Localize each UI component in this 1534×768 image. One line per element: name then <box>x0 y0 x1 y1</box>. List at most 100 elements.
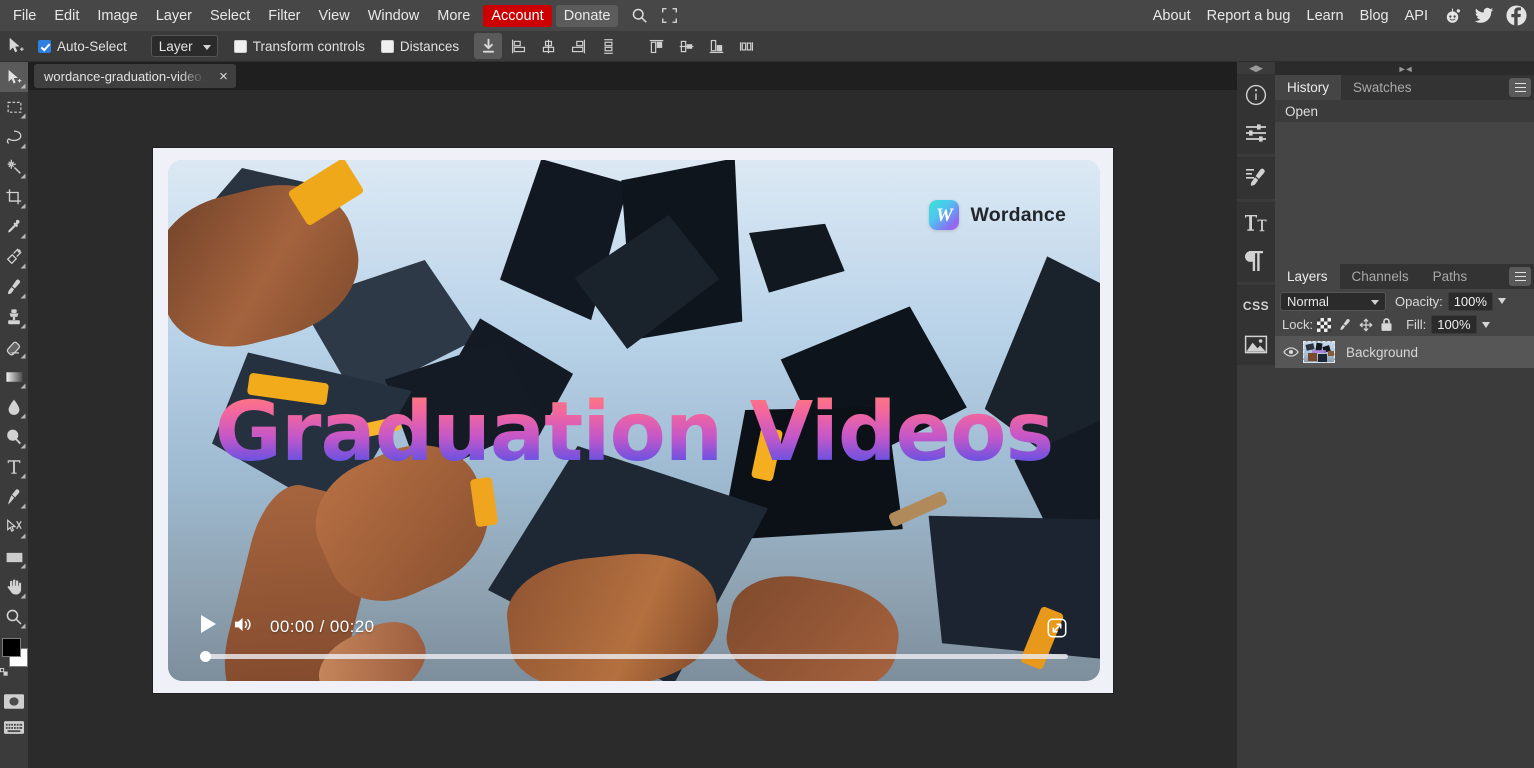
menu-api[interactable]: API <box>1397 4 1436 28</box>
eye-icon[interactable] <box>1281 346 1301 358</box>
character-icon[interactable] <box>1237 204 1275 242</box>
align-left-icon[interactable] <box>504 33 532 59</box>
table-row[interactable]: Background <box>1275 336 1534 368</box>
info-icon[interactable] <box>1237 76 1275 114</box>
path-select-tool[interactable] <box>0 512 28 542</box>
layer-list[interactable]: Background <box>1275 336 1534 768</box>
doc-tab-wordance[interactable]: wordance-graduation-video. × <box>34 64 236 88</box>
eyedropper-tool[interactable] <box>0 212 28 242</box>
layer-select[interactable]: LayerGroup <box>150 35 218 57</box>
distances-checkbox[interactable]: Distances <box>380 39 459 54</box>
opacity-caret-icon[interactable] <box>1497 298 1506 304</box>
menu-filter[interactable]: Filter <box>259 4 309 28</box>
lock-transparency-icon[interactable] <box>1315 316 1332 333</box>
lasso-tool[interactable] <box>0 122 28 152</box>
adjustments-icon[interactable] <box>1237 114 1275 152</box>
video-progress-knob[interactable] <box>200 651 211 662</box>
align-top-icon[interactable] <box>642 33 670 59</box>
magic-wand-tool[interactable] <box>0 152 28 182</box>
menu-blog[interactable]: Blog <box>1352 4 1397 28</box>
menu-layer[interactable]: Layer <box>147 4 201 28</box>
patch-tool[interactable] <box>0 242 28 272</box>
layer-thumbnail[interactable] <box>1303 341 1335 363</box>
history-collapse-bar[interactable]: ►◄ <box>1275 62 1534 75</box>
panel-menu-icon[interactable] <box>1509 78 1531 97</box>
layer-name[interactable]: Background <box>1346 345 1418 360</box>
screen-mode-icon[interactable] <box>0 714 28 740</box>
hand-tool[interactable] <box>0 572 28 602</box>
history-item-open[interactable]: Open <box>1275 100 1534 122</box>
twitter-icon[interactable] <box>1471 3 1497 29</box>
reddit-icon[interactable] <box>1439 3 1465 29</box>
tab-layers[interactable]: Layers <box>1275 264 1340 289</box>
menu-learn[interactable]: Learn <box>1299 4 1352 28</box>
fullscreen-icon[interactable] <box>656 3 682 29</box>
pen-tool[interactable] <box>0 482 28 512</box>
brush-tool[interactable] <box>0 272 28 302</box>
blur-tool[interactable] <box>0 392 28 422</box>
transform-controls-check-box[interactable] <box>233 39 247 53</box>
fullscreen-icon[interactable] <box>1046 617 1068 639</box>
canvas-area[interactable]: W Wordance Graduation Videos 00:00 / 00:… <box>28 90 1237 768</box>
tab-swatches[interactable]: Swatches <box>1341 75 1424 100</box>
color-swatches[interactable] <box>0 636 28 682</box>
css-icon[interactable]: CSS <box>1237 287 1275 325</box>
menu-edit[interactable]: Edit <box>45 4 88 28</box>
video-player[interactable]: W Wordance Graduation Videos 00:00 / 00:… <box>168 160 1100 681</box>
align-center-horizontal-icon[interactable] <box>534 33 562 59</box>
tab-channels[interactable]: Channels <box>1339 264 1421 289</box>
eraser-tool[interactable] <box>0 332 28 362</box>
distances-check-box[interactable] <box>380 39 394 53</box>
menu-about[interactable]: About <box>1145 4 1199 28</box>
align-middle-vertical-icon[interactable] <box>672 33 700 59</box>
gradient-tool[interactable] <box>0 362 28 392</box>
align-download-icon[interactable] <box>474 33 503 59</box>
shape-tool[interactable] <box>0 542 28 572</box>
collapse-icon[interactable]: ◀▶ <box>1237 62 1275 74</box>
menu-view[interactable]: View <box>310 4 359 28</box>
lock-position-icon[interactable] <box>1357 316 1374 333</box>
tab-history[interactable]: History <box>1275 75 1342 100</box>
auto-select-checkbox[interactable]: Auto-Select <box>38 39 127 54</box>
blend-mode-select-wrap[interactable]: NormalDissolveMultiplyScreenOverlay <box>1280 291 1386 311</box>
layer-select-wrap[interactable]: LayerGroup <box>139 35 218 57</box>
search-icon[interactable] <box>626 3 652 29</box>
reset-colors-icon[interactable] <box>0 663 8 676</box>
play-icon[interactable] <box>200 614 217 639</box>
history-list[interactable]: Open <box>1275 100 1534 264</box>
quick-mask-icon[interactable] <box>0 688 28 714</box>
clone-stamp-tool[interactable] <box>0 302 28 332</box>
type-tool[interactable] <box>0 452 28 482</box>
transform-controls-checkbox[interactable]: Transform controls <box>233 39 365 54</box>
menu-select[interactable]: Select <box>201 4 259 28</box>
align-bottom-icon[interactable] <box>702 33 730 59</box>
menu-more[interactable]: More <box>428 4 479 28</box>
lock-pixels-icon[interactable] <box>1336 316 1353 333</box>
distribute-horizontal-icon[interactable] <box>594 33 622 59</box>
donate-button[interactable]: Donate <box>555 4 619 27</box>
document-canvas[interactable]: W Wordance Graduation Videos 00:00 / 00:… <box>153 148 1113 693</box>
auto-select-check-box[interactable] <box>38 39 51 53</box>
panel-menu-icon[interactable] <box>1509 267 1531 286</box>
menu-report-a-bug[interactable]: Report a bug <box>1199 4 1299 28</box>
menu-file[interactable]: File <box>4 4 45 28</box>
facebook-icon[interactable] <box>1503 3 1529 29</box>
move-tool-icon[interactable] <box>2 32 30 60</box>
blend-mode-select[interactable]: NormalDissolveMultiplyScreenOverlay <box>1280 291 1386 311</box>
menu-window[interactable]: Window <box>359 4 429 28</box>
opacity-value[interactable]: 100% <box>1447 291 1493 311</box>
paragraph-icon[interactable] <box>1237 242 1275 280</box>
fill-value[interactable]: 100% <box>1431 315 1477 334</box>
account-button[interactable]: Account <box>483 4 552 27</box>
distribute-vertical-icon[interactable] <box>732 33 760 59</box>
menu-image[interactable]: Image <box>88 4 146 28</box>
image-panel-icon[interactable] <box>1237 325 1275 363</box>
move-tool[interactable] <box>0 62 28 92</box>
brush-panel-icon[interactable] <box>1237 159 1275 197</box>
dodge-tool[interactable] <box>0 422 28 452</box>
marquee-tool[interactable] <box>0 92 28 122</box>
close-icon[interactable]: × <box>215 69 232 84</box>
volume-icon[interactable] <box>233 615 254 639</box>
foreground-color-swatch[interactable] <box>2 638 21 657</box>
align-right-icon[interactable] <box>564 33 592 59</box>
